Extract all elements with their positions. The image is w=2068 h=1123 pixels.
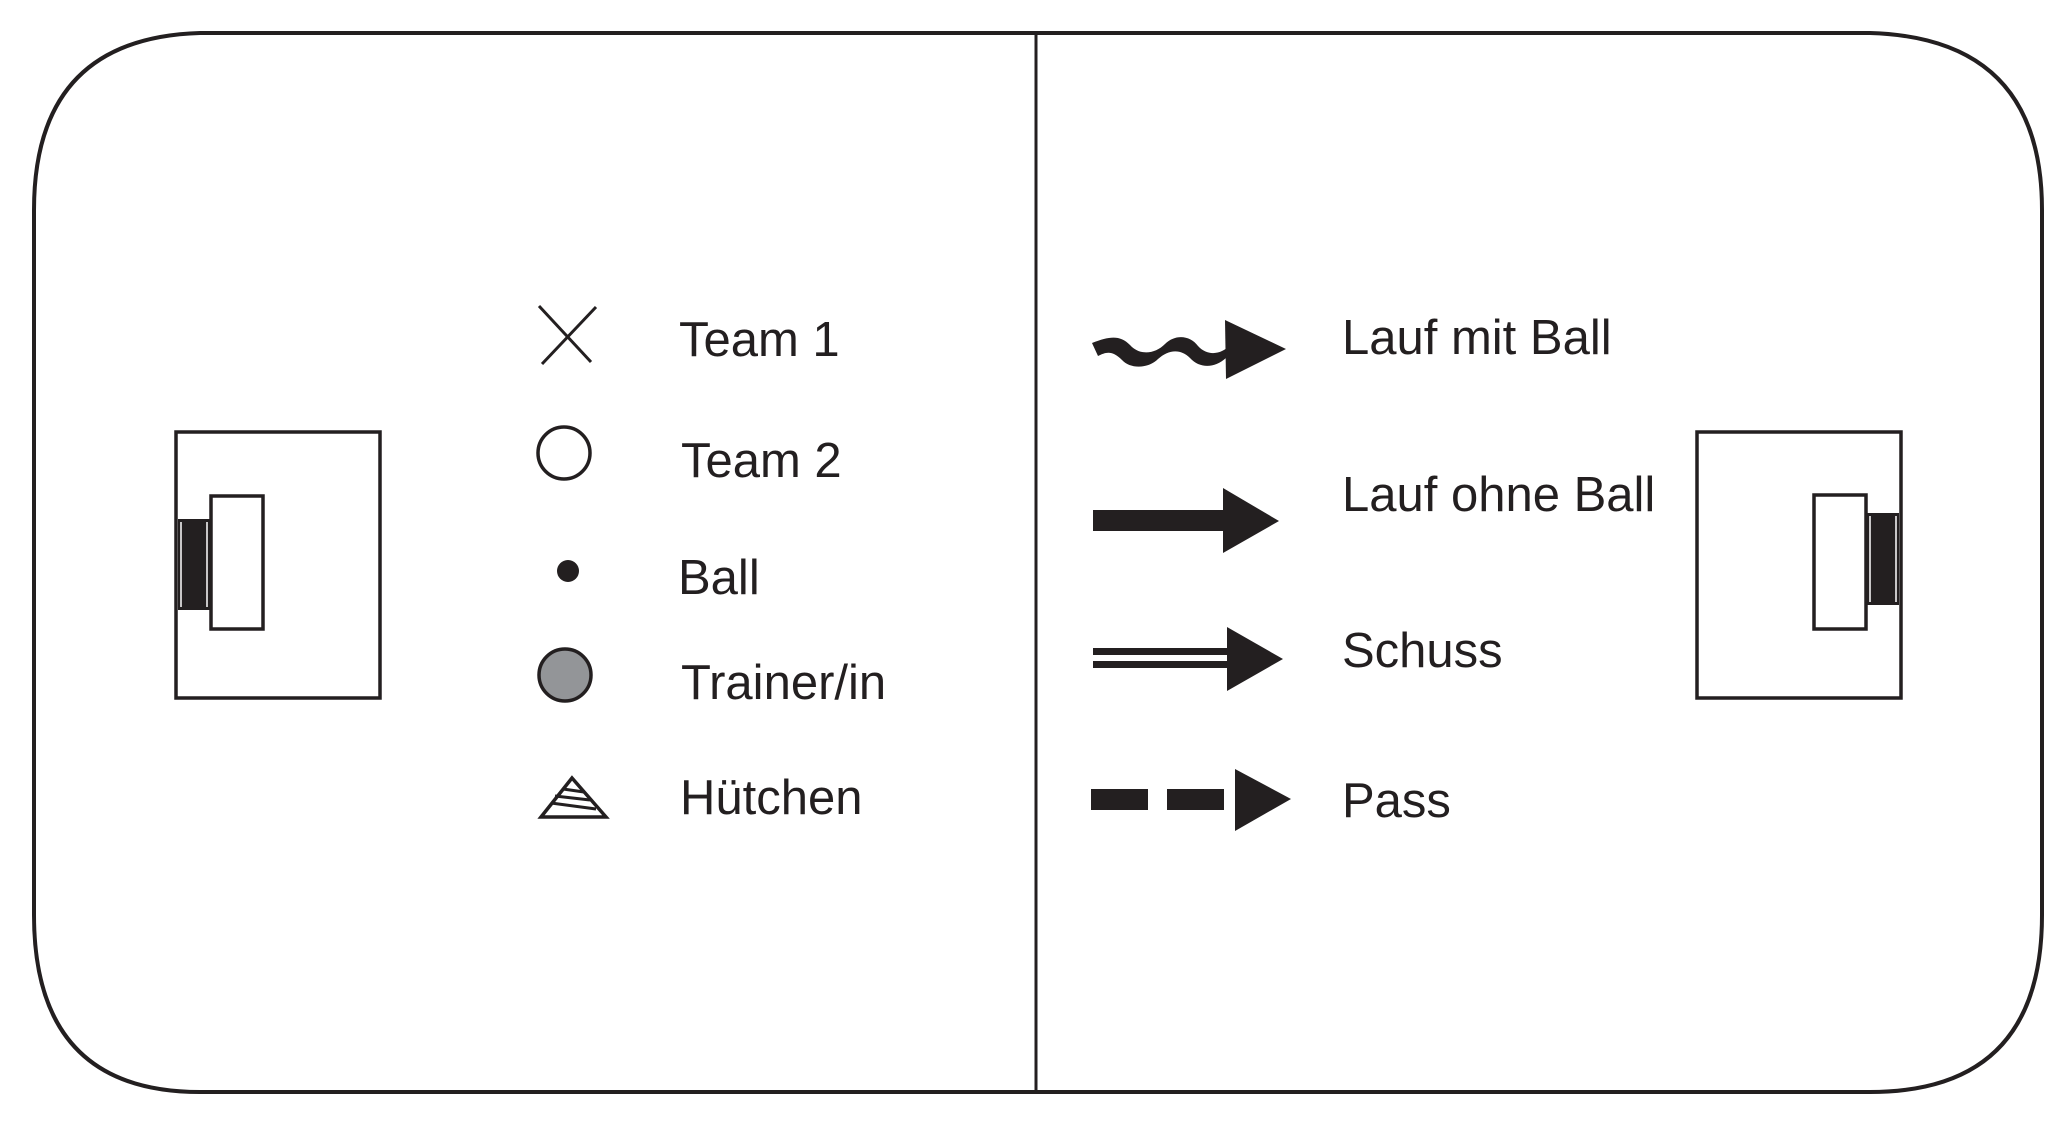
legend-label-run-with-ball: Lauf mit Ball — [1342, 311, 1612, 365]
wavy-arrow-icon — [1092, 320, 1286, 379]
legend-label-team-1: Team 1 — [679, 313, 840, 367]
solid-arrow-icon — [1093, 488, 1279, 553]
left-goal — [174, 430, 382, 700]
double-line-arrow-icon — [1093, 627, 1283, 691]
cone-icon — [537, 775, 610, 819]
right-goal — [1695, 430, 1903, 700]
pitch-diagram — [32, 31, 2044, 1094]
legend-label-team-2: Team 2 — [681, 434, 842, 488]
legend-label-run-without-ball: Lauf ohne Ball — [1342, 468, 1656, 522]
legend-label-ball: Ball — [678, 551, 760, 605]
right-goal-net — [1867, 513, 1899, 605]
left-goal-net — [178, 519, 210, 610]
cross-icon — [537, 304, 598, 366]
legend-label-cone: Hütchen — [680, 771, 863, 825]
ball-dot-icon — [557, 560, 579, 582]
left-goal-box — [209, 494, 265, 631]
legend-label-pass: Pass — [1342, 774, 1451, 828]
grey-circle-icon — [537, 647, 593, 703]
legend-label-trainer: Trainer/in — [681, 656, 887, 710]
open-circle-icon — [536, 425, 592, 481]
dashed-arrow-icon — [1091, 769, 1291, 831]
right-goal-box — [1812, 493, 1868, 631]
legend-label-shot: Schuss — [1342, 624, 1503, 678]
pitch-boundary — [32, 31, 2044, 1094]
